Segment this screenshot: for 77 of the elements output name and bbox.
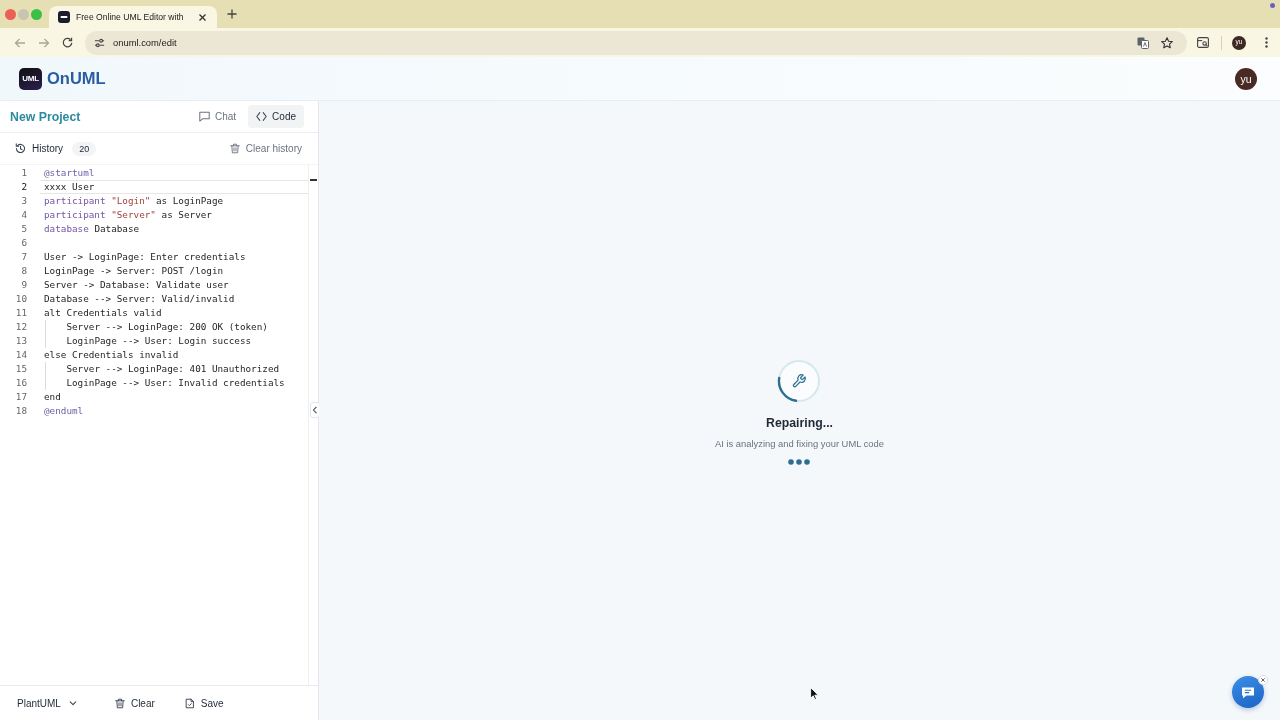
code-line: @startuml [44,167,95,179]
user-avatar[interactable]: yu [1235,67,1257,90]
chat-launcher-button[interactable] [1232,676,1264,708]
code-line: Server -> Database: Validate user [44,279,229,291]
line-number: 13 [14,334,27,348]
chat-icon [1241,685,1255,699]
close-icon[interactable] [197,12,207,22]
status-title: Repairing... [766,415,833,430]
wrench-spinner-icon [777,358,822,403]
line-number: 15 [14,362,27,376]
history-icon [15,143,26,154]
code-line: database Database [44,223,140,235]
trash-icon [229,143,240,154]
code-line: xxxx User [44,181,95,193]
footer-button[interactable]: Clear [110,693,159,713]
history-count: 20 [72,141,97,156]
code-line: LoginPage --> User: Login success [66,335,252,347]
star-icon[interactable] [1161,36,1173,49]
tab-search-icon[interactable] [1197,37,1209,48]
language-dropdown[interactable]: PlantUML [17,693,81,713]
chat-bubble-icon [198,111,210,122]
line-number: 12 [14,320,27,334]
code-line: @enduml [44,405,84,417]
line-number: 9 [20,278,27,292]
url-text: onuml.com/edit [113,37,177,48]
clear-history-button[interactable]: Clear history [227,141,304,156]
mouse-pointer-icon [810,687,819,700]
logo-badge[interactable]: UML [19,67,42,90]
code-line: alt Credentials valid [44,307,162,319]
code-line: Server --> LoginPage: 401 Unauthorized [66,363,280,375]
history-label: History [32,143,64,154]
browser-tab[interactable]: Free Online UML Editor with [49,6,217,28]
address-bar[interactable]: onuml.com/edit [85,30,1187,55]
code-line: Server --> LoginPage: 200 OK (token) [66,321,268,333]
panel-tab[interactable]: Chat [192,105,243,128]
code-line: LoginPage --> User: Invalid credentials [66,377,285,389]
line-number: 5 [20,222,27,236]
trash-icon [114,697,125,709]
line-number: 8 [20,264,27,278]
code-line: participant "Server" as Server [44,209,212,221]
loading-dots-icon [788,458,811,465]
app-favicon-icon [58,11,70,23]
chevron-left-icon [311,406,319,414]
project-title: New Project [10,109,81,124]
footer-button[interactable]: Save [180,693,228,713]
translate-icon[interactable] [1137,36,1149,49]
tab-title: Free Online UML Editor with [76,12,184,22]
plus-icon[interactable] [226,9,237,19]
line-number: 1 [20,166,27,180]
line-number: 4 [20,208,27,222]
line-number: 7 [20,250,27,264]
status-message: AI is analyzing and fixing your UML code [715,437,884,449]
indicator-dot-icon [1270,3,1275,8]
code-line: else Credentials invalid [44,349,179,361]
app-name[interactable]: OnUML [47,69,106,88]
document-icon [184,697,195,709]
code-line: Database --> Server: Valid/invalid [44,293,235,305]
chevron-down-icon [68,699,77,707]
code-line: LoginPage -> Server: POST /login [44,265,224,277]
line-number: 10 [14,292,27,306]
line-number: 16 [14,376,27,390]
line-number: 2 [20,180,27,194]
line-number: 6 [20,236,27,250]
line-number: 18 [14,404,27,418]
site-settings-icon[interactable] [94,37,105,48]
reload-icon[interactable] [62,37,73,48]
panel-tab[interactable]: Code [248,105,304,128]
more-menu-icon[interactable] [1265,37,1268,48]
code-line: User -> LoginPage: Enter credentials [44,251,246,263]
code-brackets-icon [256,111,268,122]
code-line: participant "Login" as LoginPage [44,195,224,207]
line-number: 14 [14,348,27,362]
scroll-marker [310,179,317,181]
line-number: 11 [14,306,27,320]
code-line: end [44,391,61,403]
line-number: 17 [14,390,27,404]
line-number: 3 [20,194,27,208]
